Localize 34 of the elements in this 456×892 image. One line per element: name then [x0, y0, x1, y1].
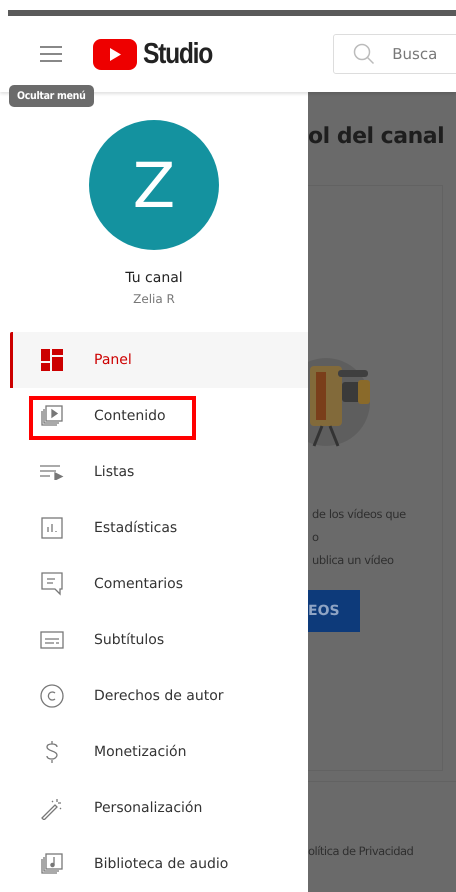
- menu-item[interactable]: Panel: [10, 332, 308, 388]
- menu-item[interactable]: Personalización: [10, 780, 308, 836]
- menu-item[interactable]: Monetización: [10, 724, 308, 780]
- menu-item[interactable]: Contenido: [10, 388, 308, 444]
- menu-icon[interactable]: [40, 46, 62, 62]
- subtitles-icon: [40, 631, 64, 649]
- video-stack-icon: [41, 405, 63, 427]
- card-text: de los vídeos que: [312, 506, 407, 523]
- upload-button[interactable]: EOS: [308, 590, 360, 632]
- tooltip: Ocultar menú: [9, 85, 94, 107]
- menu-item[interactable]: Listas: [10, 444, 308, 500]
- menu-item[interactable]: Derechos de autor: [10, 668, 308, 724]
- card-text: o: [312, 529, 320, 546]
- menu-item[interactable]: Subtítulos: [10, 612, 308, 668]
- bar-chart-icon: [41, 517, 63, 539]
- menu-item[interactable]: Biblioteca de audio: [10, 836, 308, 892]
- logo-text: Studio: [143, 38, 212, 70]
- comment-icon: [41, 572, 63, 596]
- music-library-icon: [41, 853, 63, 875]
- search-icon: [353, 43, 376, 65]
- search-field[interactable]: Busca: [333, 34, 456, 74]
- page-heading: ol del canal: [308, 124, 446, 149]
- playlist-icon: [40, 464, 64, 480]
- copyright-icon: [40, 684, 64, 708]
- channel-title: Tu canal: [125, 270, 183, 286]
- channel-name: Zelia R: [133, 292, 175, 306]
- dollar-icon: [45, 740, 59, 764]
- avatar[interactable]: Z: [89, 120, 219, 250]
- menu-item[interactable]: Comentarios: [10, 556, 308, 612]
- card-text: ublica un vídeo: [312, 552, 395, 569]
- dashboard-icon: [41, 349, 63, 371]
- menu-item[interactable]: Estadísticas: [10, 500, 308, 556]
- play-logo-icon: [93, 38, 137, 70]
- magic-wand-icon: [40, 796, 64, 820]
